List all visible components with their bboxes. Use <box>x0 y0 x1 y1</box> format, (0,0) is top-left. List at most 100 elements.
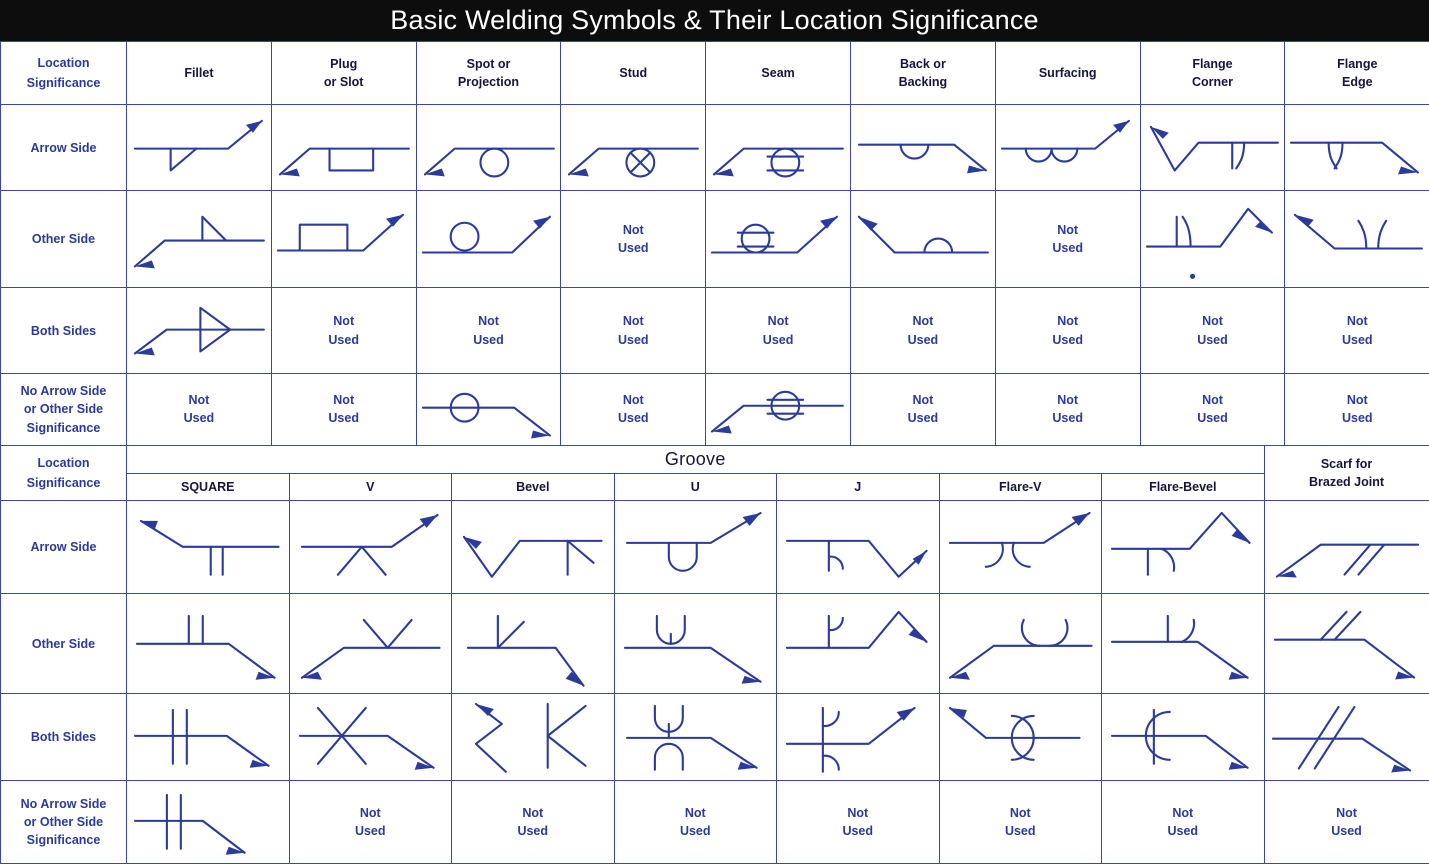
symbol-spot-no-significance <box>415 372 562 447</box>
row-label-arrow-side: Arrow Side <box>0 103 127 192</box>
cell-not-used: Not Used <box>270 372 417 447</box>
header-line1: Flange <box>1192 56 1233 71</box>
cell-not-used: Not Used <box>776 780 940 864</box>
page-title: Basic Welding Symbols & Their Location S… <box>390 5 1039 35</box>
not-used-line2: Used <box>1052 241 1083 256</box>
symbol-u-groove-both-sides <box>613 693 777 782</box>
row-label-no-significance: No Arrow Side or Other Side Significance <box>0 780 127 864</box>
cell-not-used: Not Used <box>270 287 417 374</box>
column-header-v: V <box>288 473 452 501</box>
not-used-line2: Used <box>1341 332 1373 347</box>
column-header-flange-edge: Flange Edge <box>1284 41 1429 105</box>
header-line1: Flange <box>1337 56 1378 71</box>
symbol-fillet-both-sides <box>126 287 272 374</box>
not-used-line1: Not <box>1202 393 1223 408</box>
symbol-u-groove-arrow-side <box>613 500 777 594</box>
not-used-line2: Used <box>354 824 386 839</box>
column-header-flange-corner: Flange Corner <box>1139 41 1286 105</box>
column-header-flare-bevel: Flare-Bevel <box>1101 473 1265 501</box>
not-used-line1: Not <box>1009 805 1031 820</box>
not-used-line2: Used <box>618 241 649 256</box>
column-header-flare-v: Flare-V <box>938 473 1102 501</box>
not-used-line1: Not <box>522 805 544 820</box>
cell-not-used: Not Used <box>994 372 1141 447</box>
symbol-seam-no-significance <box>705 372 851 447</box>
header-line2: Projection <box>457 75 520 89</box>
not-used-line2: Used <box>762 332 794 347</box>
not-used-line1: Not <box>188 393 210 408</box>
symbol-plug-arrow-side <box>270 103 417 192</box>
symbol-flange-corner-arrow-side <box>1139 103 1286 192</box>
row-label-other-side: Other Side <box>0 592 127 695</box>
cell-not-used: Not Used <box>1263 780 1429 864</box>
title-bar: Basic Welding Symbols & Their Location S… <box>0 0 1429 41</box>
not-used-line1: Not <box>622 223 644 238</box>
symbol-fillet-arrow-side <box>126 103 272 192</box>
header-line1: Fillet <box>184 65 214 80</box>
not-used-line2: Used <box>618 332 649 347</box>
symbol-scarf-other-side <box>1263 592 1429 695</box>
cell-not-used: Not Used <box>938 780 1102 864</box>
symbol-square-groove-no-significance <box>126 780 290 864</box>
not-used-line2: Used <box>679 824 711 839</box>
not-used-line2: Used <box>907 332 939 347</box>
symbol-surfacing-arrow-side <box>994 103 1141 192</box>
not-used-line2: Used <box>1052 332 1083 347</box>
symbol-flange-edge-arrow-side <box>1284 103 1429 192</box>
symbol-flare-v-groove-both-sides <box>938 693 1102 782</box>
symbol-flare-bevel-groove-arrow-side <box>1101 500 1265 594</box>
symbol-seam-other-side <box>705 190 851 289</box>
column-header-scarf-brazed-joint: Scarf for Brazed Joint <box>1263 445 1429 501</box>
row-label-line2: or Other Side <box>23 402 104 417</box>
cell-not-used: Not Used <box>560 190 707 289</box>
not-used-line1: Not <box>333 314 355 329</box>
column-header-fillet: Fillet <box>126 41 272 105</box>
row-label-line2: or Other Side <box>23 814 104 829</box>
not-used-line1: Not <box>1346 393 1368 408</box>
not-used-line1: Not <box>912 393 934 408</box>
symbol-fillet-other-side <box>126 190 272 289</box>
not-used-line1: Not <box>684 805 706 820</box>
symbol-seam-arrow-side <box>705 103 851 192</box>
not-used-line2: Used <box>842 824 874 839</box>
table-row: SQUARE V Bevel U J Flare-V Flare-Bevel <box>1 473 1429 501</box>
not-used-line2: Used <box>1197 332 1228 347</box>
corner-label-line2: Significance <box>26 76 101 90</box>
not-used-line2: Used <box>1004 824 1036 839</box>
row-label-other-side: Other Side <box>0 190 127 289</box>
header-line1: Seam <box>761 65 795 80</box>
not-used-line1: Not <box>622 314 644 329</box>
cell-not-used: Not Used <box>1284 287 1429 374</box>
header-line1: Surfacing <box>1038 65 1097 80</box>
cell-not-used: Not Used <box>849 372 996 447</box>
not-used-line1: Not <box>1202 314 1223 329</box>
groove-symbols-table: Location Significance Groove Scarf for B… <box>0 445 1429 864</box>
cell-not-used: Not Used <box>994 190 1141 289</box>
cell-not-used: Not Used <box>288 780 452 864</box>
not-used-line2: Used <box>1052 411 1083 426</box>
not-used-line1: Not <box>1172 805 1194 820</box>
header-line2: Brazed Joint <box>1309 475 1385 489</box>
table-row: Location Significance Groove Scarf for B… <box>0 445 1429 501</box>
header-line2: Backing <box>898 75 948 89</box>
column-header-seam: Seam <box>705 41 851 105</box>
cell-not-used: Not Used <box>1101 780 1265 864</box>
symbol-bevel-groove-other-side <box>451 592 615 695</box>
header-line2: or Slot <box>323 75 364 89</box>
symbol-j-groove-arrow-side <box>776 500 940 594</box>
row-label-line3: Significance <box>26 420 101 435</box>
symbol-flare-bevel-groove-other-side <box>1101 592 1265 695</box>
not-used-line1: Not <box>767 314 789 329</box>
not-used-line2: Used <box>1331 824 1362 839</box>
table-row: Other Side <box>0 592 1429 695</box>
header-line1: Scarf for <box>1320 456 1373 471</box>
row-label-line3: Significance <box>26 833 101 848</box>
not-used-line1: Not <box>1057 223 1079 238</box>
column-header-plug-or-slot: Plug or Slot <box>270 41 417 105</box>
symbol-bevel-groove-both-sides <box>451 693 615 782</box>
not-used-line1: Not <box>359 805 381 820</box>
column-header-back-or-backing: Back or Backing <box>849 41 996 105</box>
column-header-bevel: Bevel <box>451 473 615 501</box>
column-header-stud: Stud <box>560 41 707 105</box>
symbol-j-groove-other-side <box>776 592 940 695</box>
